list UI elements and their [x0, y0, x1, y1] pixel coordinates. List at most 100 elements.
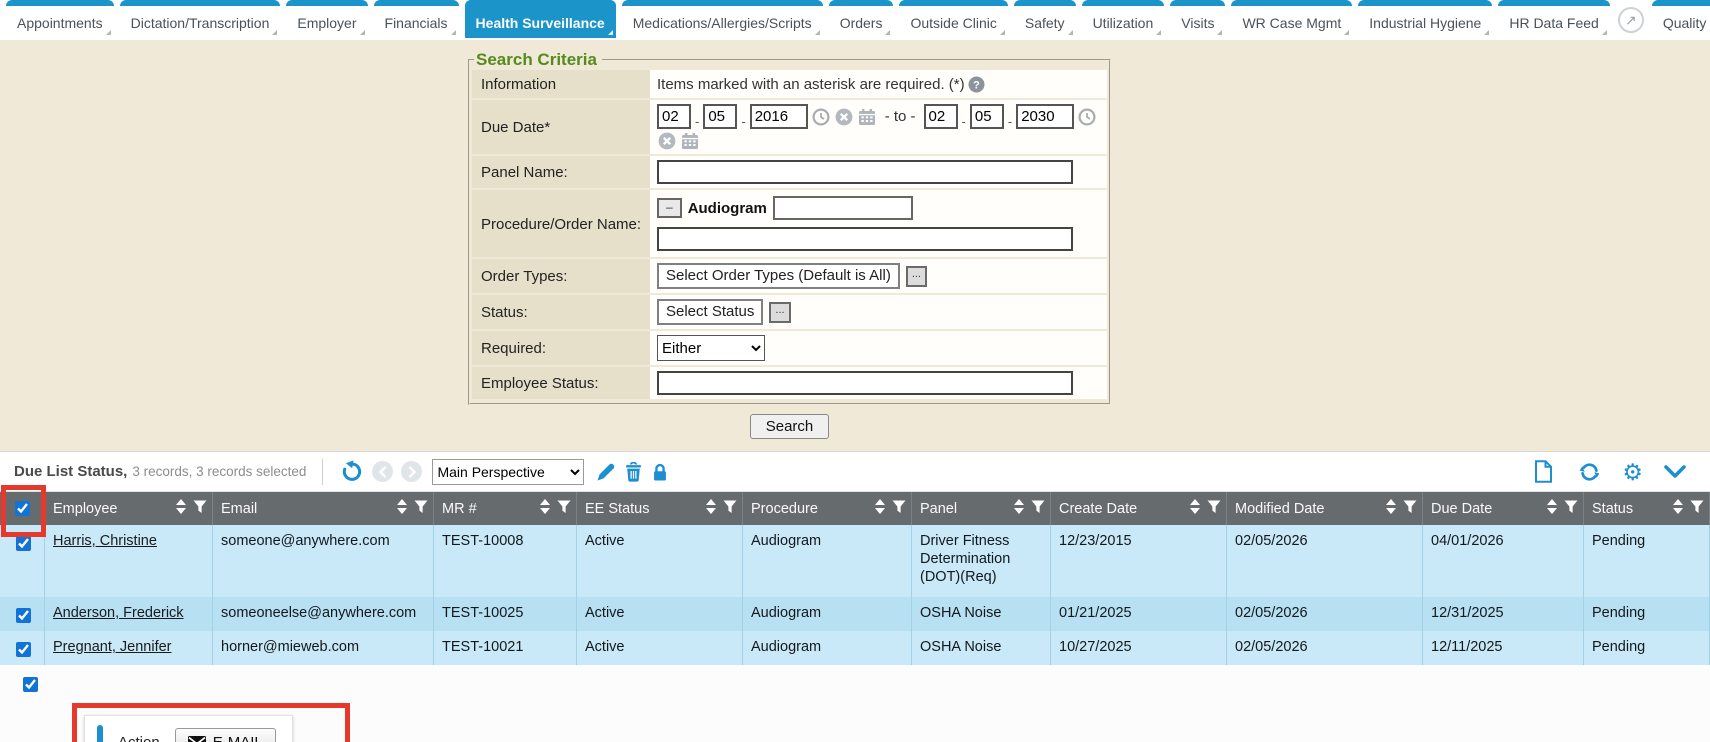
- due-to-day-input[interactable]: [970, 104, 1004, 129]
- tab-label: Employer: [297, 15, 356, 31]
- column-header-ee-status[interactable]: EE Status: [577, 492, 743, 525]
- cell-mr: TEST-10025: [434, 597, 577, 631]
- employee-link[interactable]: Pregnant, Jennifer: [53, 639, 172, 655]
- tab-visits[interactable]: Visits: [1170, 0, 1225, 38]
- tab-appointments[interactable]: Appointments: [6, 0, 114, 38]
- calendar-icon[interactable]: [858, 108, 876, 126]
- row-checkbox[interactable]: [16, 536, 31, 551]
- tab-hr-data-feed[interactable]: HR Data Feed: [1498, 0, 1609, 38]
- procedure-search-input[interactable]: [657, 227, 1073, 251]
- new-document-icon[interactable]: [1534, 460, 1553, 483]
- column-header-procedure[interactable]: Procedure: [743, 492, 912, 525]
- cell-mr: TEST-10008: [434, 525, 577, 597]
- procedure-detail-input[interactable]: [773, 196, 913, 220]
- undo-icon[interactable]: [340, 460, 364, 483]
- arrow-up-right-circle-icon[interactable]: ↗: [1618, 7, 1644, 33]
- sort-icon[interactable]: [874, 499, 886, 518]
- filter-funnel-icon[interactable]: [1207, 500, 1221, 518]
- status-browse-button[interactable]: ...: [769, 302, 790, 323]
- panel-name-value: [650, 156, 1107, 190]
- sort-icon[interactable]: [1189, 499, 1201, 518]
- filter-funnel-icon[interactable]: [414, 500, 428, 518]
- column-header-email[interactable]: Email: [213, 492, 434, 525]
- page-prev-icon[interactable]: [372, 461, 393, 482]
- employee-link[interactable]: Anderson, Frederick: [53, 605, 184, 621]
- sort-icon[interactable]: [705, 499, 717, 518]
- employee-link[interactable]: Harris, Christine: [53, 533, 157, 549]
- order-types-browse-button[interactable]: ...: [906, 266, 927, 287]
- panel-name-input[interactable]: [657, 160, 1073, 184]
- order-types-display: Select Order Types (Default is All): [657, 263, 900, 289]
- tab-financials[interactable]: Financials: [374, 0, 459, 38]
- search-criteria-fieldset: Search Criteria Information Items marked…: [468, 50, 1111, 405]
- sort-icon[interactable]: [1672, 499, 1684, 518]
- required-select[interactable]: Either: [657, 335, 765, 361]
- tab-dictation-transcription[interactable]: Dictation/Transcription: [120, 0, 281, 38]
- sort-icon[interactable]: [1546, 499, 1558, 518]
- filter-funnel-icon[interactable]: [723, 500, 737, 518]
- row-checkbox[interactable]: [16, 642, 31, 657]
- row-checkbox[interactable]: [16, 608, 31, 623]
- filter-funnel-icon[interactable]: [557, 500, 571, 518]
- lock-icon[interactable]: [651, 462, 669, 482]
- clear-x-icon[interactable]: [835, 108, 853, 126]
- column-label: Modified Date: [1235, 501, 1324, 517]
- due-to-year-input[interactable]: [1016, 104, 1074, 129]
- sort-icon[interactable]: [539, 499, 551, 518]
- column-header-mr[interactable]: MR #: [434, 492, 577, 525]
- tab-employer[interactable]: Employer: [286, 0, 367, 38]
- tab-outside-clinic[interactable]: Outside Clinic: [899, 0, 1007, 38]
- filter-funnel-icon[interactable]: [1403, 500, 1417, 518]
- email-button[interactable]: E-MAIL: [175, 728, 276, 742]
- select-all-checkbox[interactable]: [15, 501, 30, 516]
- footer-select-all-checkbox[interactable]: [23, 677, 38, 692]
- cell-procedure: Audiogram: [743, 597, 912, 631]
- column-header-due-date[interactable]: Due Date: [1423, 492, 1584, 525]
- delete-trash-icon[interactable]: [624, 462, 643, 482]
- due-from-year-input[interactable]: [750, 104, 808, 129]
- column-header-employee[interactable]: Employee: [45, 492, 213, 525]
- cell-employee: Anderson, Frederick: [45, 597, 213, 631]
- sort-icon[interactable]: [175, 499, 187, 518]
- column-label: Status: [1592, 501, 1633, 517]
- sort-icon[interactable]: [1385, 499, 1397, 518]
- settings-gear-icon[interactable]: ⚙: [1622, 462, 1643, 482]
- due-to-month-input[interactable]: [924, 104, 958, 129]
- clock-icon[interactable]: [1078, 108, 1096, 126]
- help-icon[interactable]: ?: [968, 76, 985, 93]
- filter-funnel-icon[interactable]: [193, 500, 207, 518]
- clear-x-icon[interactable]: [658, 132, 676, 150]
- tab-wr-case-mgmt[interactable]: WR Case Mgmt: [1231, 0, 1352, 38]
- tab-medications-allergies-scripts[interactable]: Medications/Allergies/Scripts: [622, 0, 823, 38]
- tab-utilization[interactable]: Utilization: [1082, 0, 1165, 38]
- search-button[interactable]: Search: [750, 414, 830, 439]
- sort-icon[interactable]: [1013, 499, 1025, 518]
- due-from-day-input[interactable]: [703, 104, 737, 129]
- page-next-icon[interactable]: [401, 461, 422, 482]
- calendar-icon[interactable]: [681, 132, 699, 150]
- due-from-month-input[interactable]: [657, 104, 691, 129]
- filter-funnel-icon[interactable]: [1690, 500, 1704, 518]
- clock-icon[interactable]: [812, 108, 830, 126]
- chevron-down-icon[interactable]: [1664, 465, 1686, 478]
- column-header-status[interactable]: Status: [1584, 492, 1710, 525]
- refresh-icon[interactable]: [1578, 461, 1601, 483]
- perspective-select[interactable]: Main Perspective: [432, 459, 584, 485]
- employee-status-input[interactable]: [657, 371, 1073, 395]
- filter-funnel-icon[interactable]: [892, 500, 906, 518]
- tab-health-surveillance[interactable]: Health Surveillance: [465, 0, 616, 38]
- information-text: Items marked with an asterisk are requir…: [657, 76, 965, 93]
- tab-orders[interactable]: Orders: [829, 0, 894, 38]
- sort-icon[interactable]: [396, 499, 408, 518]
- column-header-panel[interactable]: Panel: [912, 492, 1051, 525]
- column-header-create-date[interactable]: Create Date: [1051, 492, 1227, 525]
- remove-procedure-button[interactable]: –: [657, 198, 682, 218]
- due-date-label: Due Date*: [472, 100, 650, 156]
- tab-industrial-hygiene[interactable]: Industrial Hygiene: [1358, 0, 1492, 38]
- edit-pencil-icon[interactable]: [596, 462, 616, 482]
- tab-quality-of[interactable]: Quality of: [1652, 0, 1710, 38]
- tab-safety[interactable]: Safety: [1014, 0, 1076, 38]
- filter-funnel-icon[interactable]: [1031, 500, 1045, 518]
- filter-funnel-icon[interactable]: [1564, 500, 1578, 518]
- column-header-modified-date[interactable]: Modified Date: [1227, 492, 1423, 525]
